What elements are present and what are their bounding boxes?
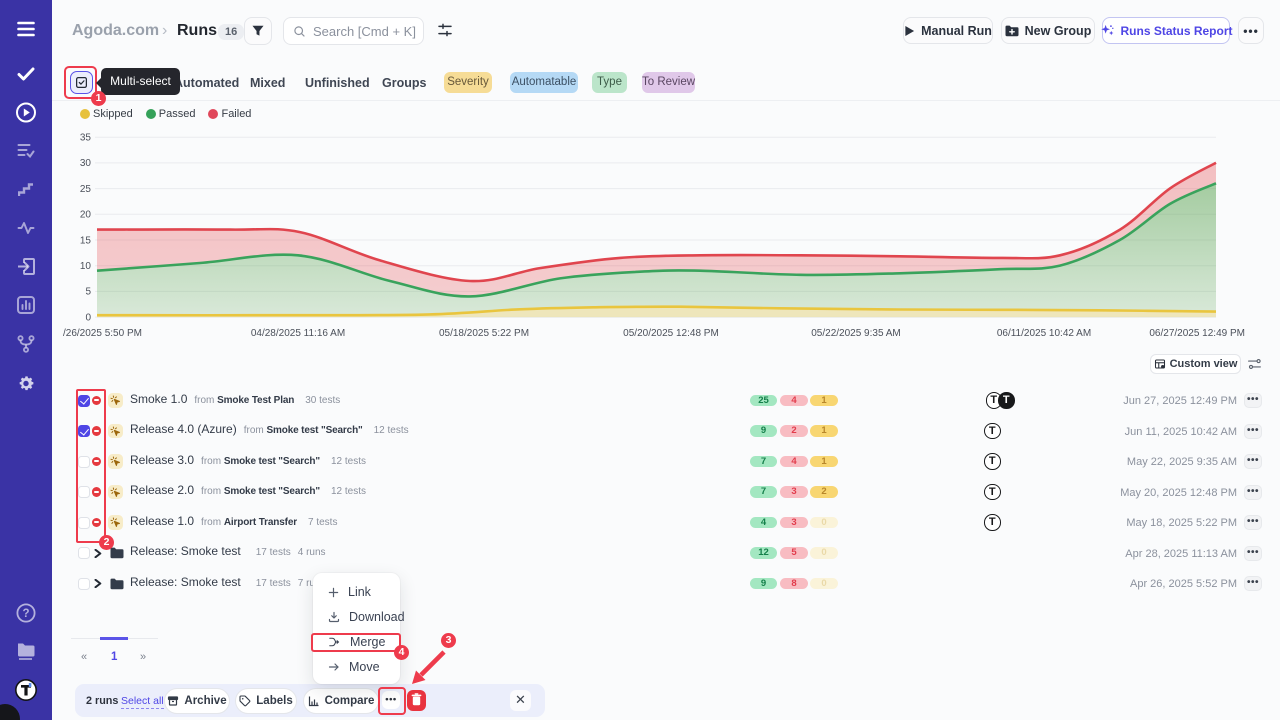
svg-text:10: 10 xyxy=(80,261,92,272)
svg-text:05/18/2025 5:22 PM: 05/18/2025 5:22 PM xyxy=(439,328,529,339)
svg-text:/26/2025 5:50 PM: /26/2025 5:50 PM xyxy=(63,328,142,339)
svg-text:05/20/2025 12:48 PM: 05/20/2025 12:48 PM xyxy=(623,328,719,339)
svg-text:0: 0 xyxy=(85,312,91,323)
svg-text:25: 25 xyxy=(80,184,92,195)
svg-text:35: 35 xyxy=(80,133,92,144)
svg-text:?: ? xyxy=(22,608,29,620)
svg-text:06/11/2025 10:42 AM: 06/11/2025 10:42 AM xyxy=(997,328,1091,339)
svg-text:05/22/2025 9:35 AM: 05/22/2025 9:35 AM xyxy=(811,328,901,339)
svg-text:15: 15 xyxy=(80,235,92,246)
svg-text:5: 5 xyxy=(85,287,91,298)
svg-text:30: 30 xyxy=(80,158,92,169)
svg-text:06/27/2025 12:49 PM: 06/27/2025 12:49 PM xyxy=(1149,328,1245,339)
svg-text:20: 20 xyxy=(80,210,92,221)
svg-text:04/28/2025 11:16 AM: 04/28/2025 11:16 AM xyxy=(251,328,345,339)
